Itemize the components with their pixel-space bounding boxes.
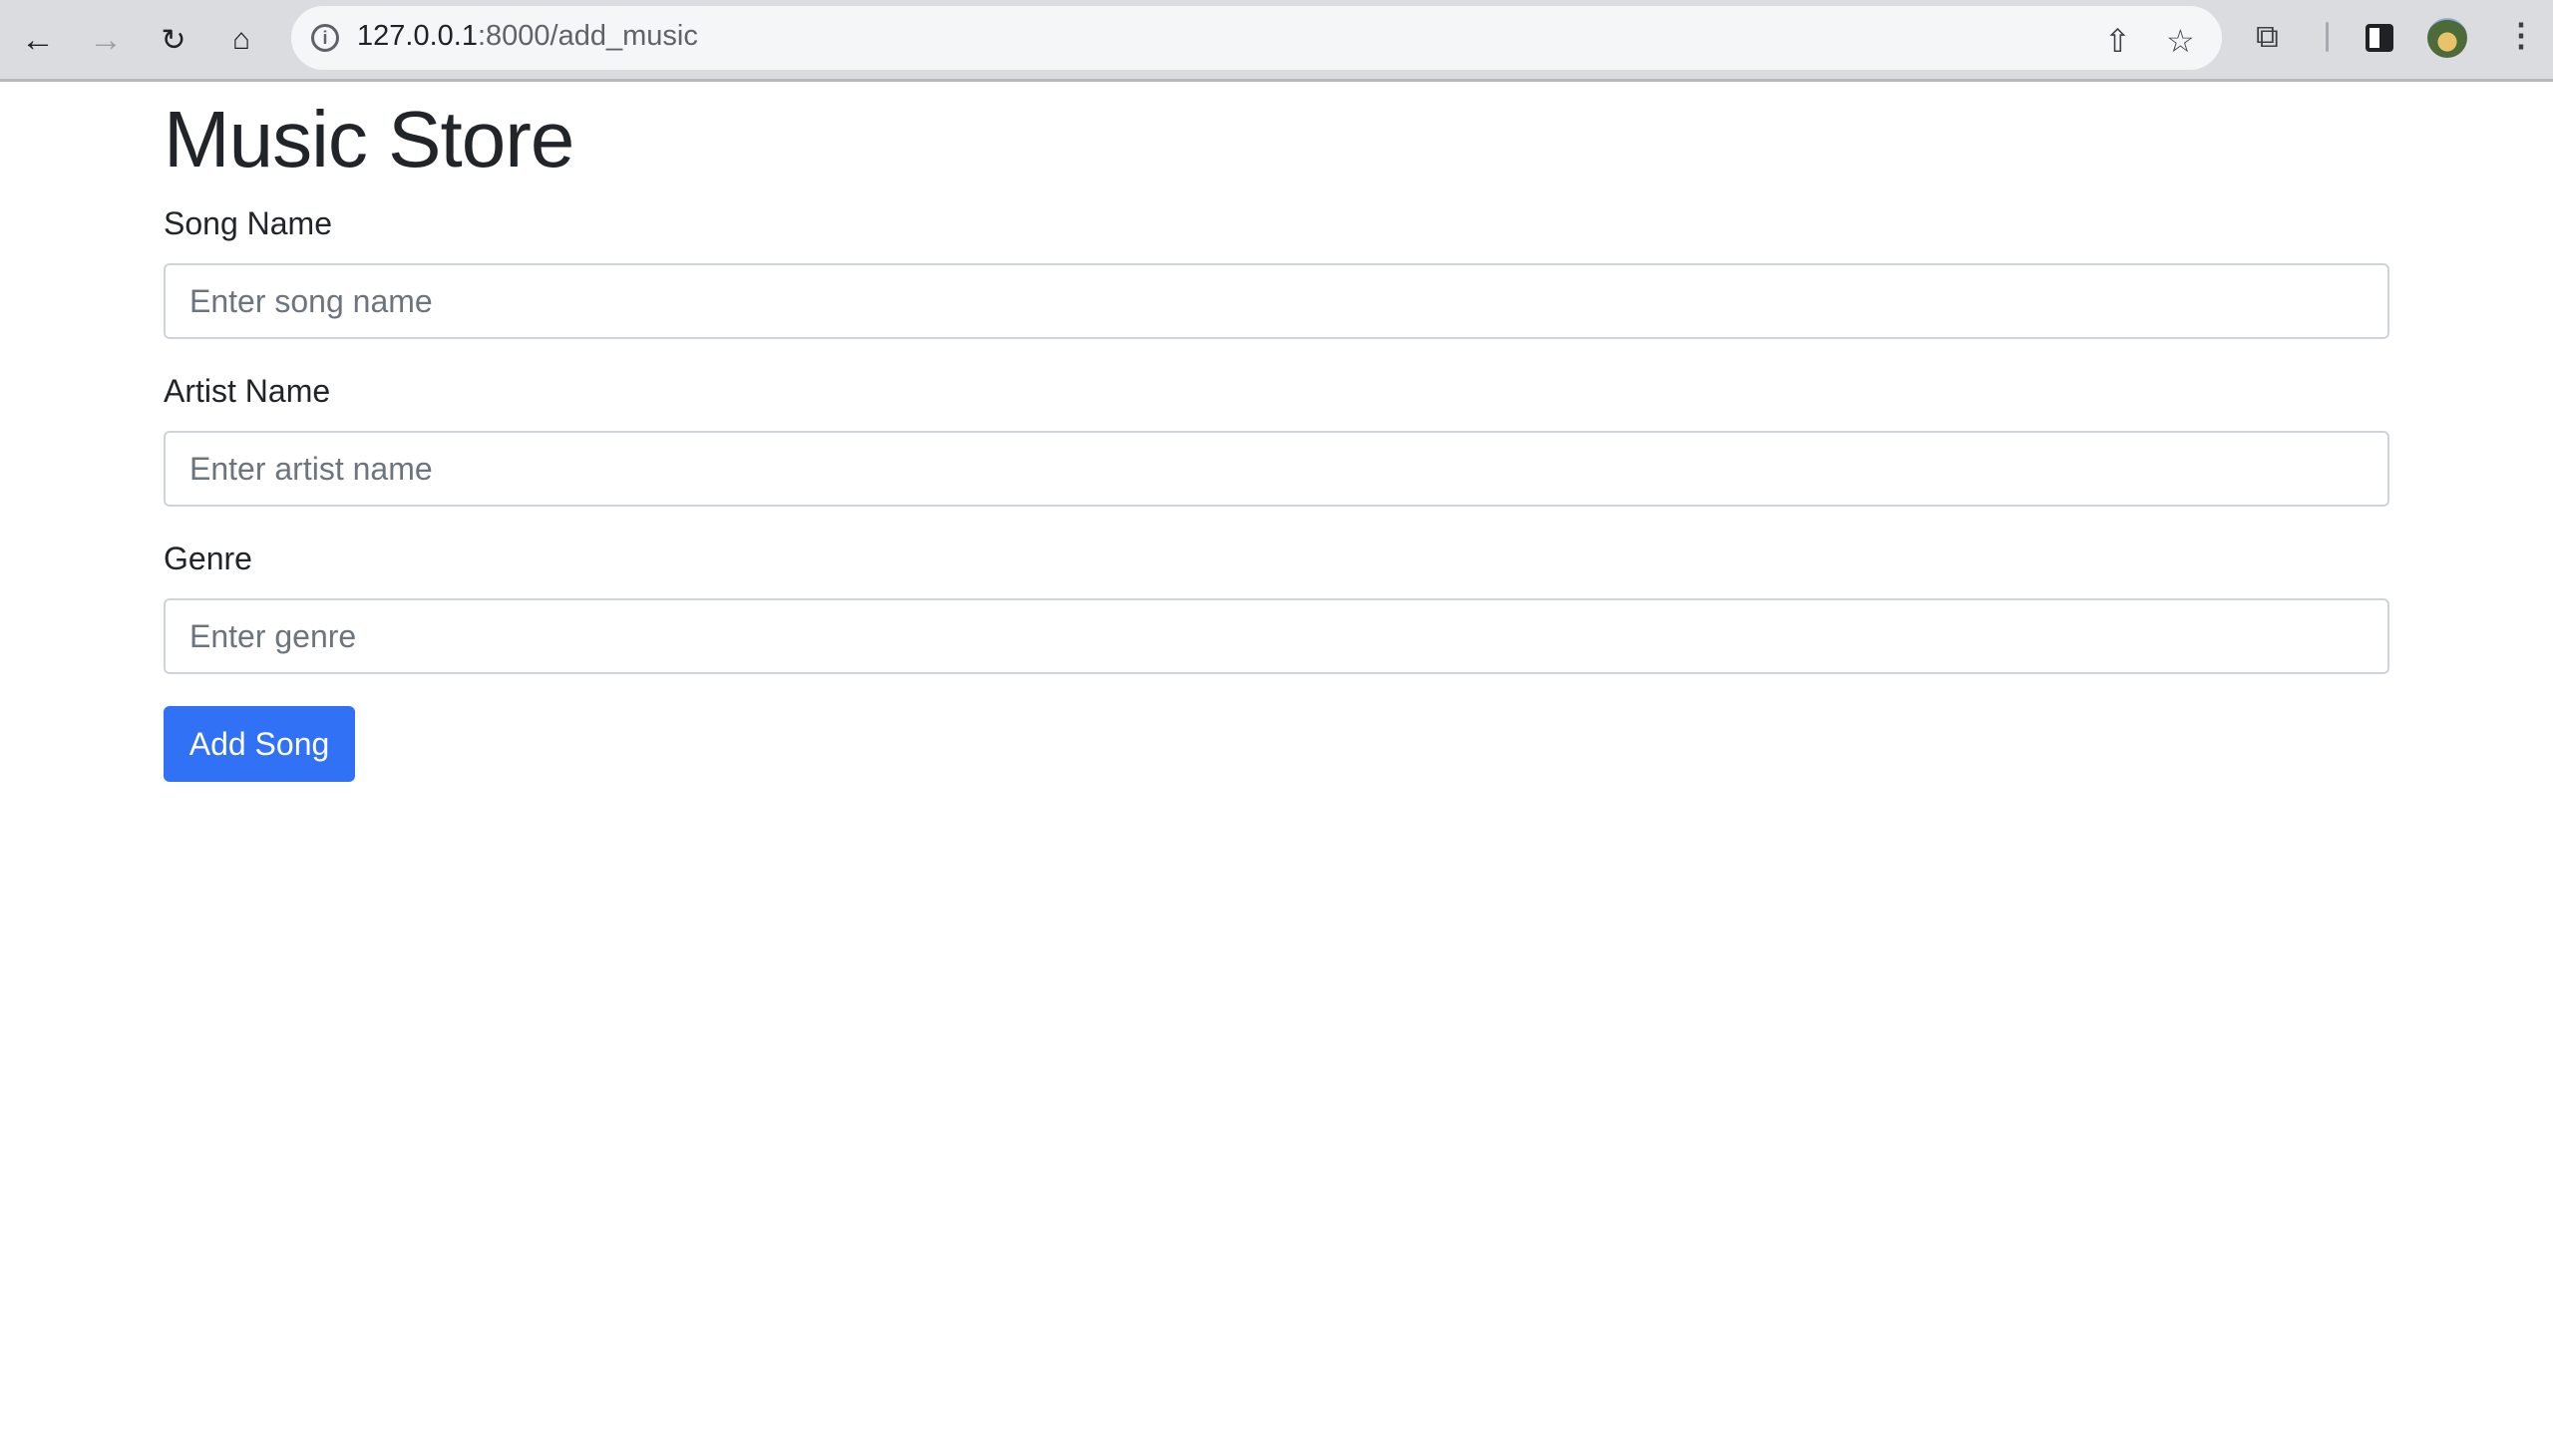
artist-name-label: Artist Name	[164, 373, 331, 409]
add-song-button[interactable]: Add Song	[164, 706, 355, 782]
address-bar[interactable]: i 127.0.0.1:8000/add_music ⇧ ☆	[291, 6, 2222, 70]
genre-input[interactable]	[164, 598, 2389, 674]
url-text[interactable]: 127.0.0.1:8000/add_music	[357, 20, 698, 53]
page-title: Music Store	[164, 95, 574, 183]
toolbar-divider	[2326, 22, 2329, 52]
extensions-icon[interactable]: ⧉	[2256, 18, 2279, 56]
artist-name-group: Artist Name	[164, 371, 2389, 507]
song-name-group: Song Name	[164, 203, 2389, 339]
star-icon[interactable]: ☆	[2166, 22, 2195, 60]
genre-group: Genre	[164, 539, 2389, 674]
side-panel-icon[interactable]	[2366, 24, 2393, 52]
reload-icon[interactable]: ↻	[154, 20, 193, 60]
genre-label: Genre	[164, 541, 252, 576]
song-name-label: Song Name	[164, 205, 332, 241]
artist-name-input[interactable]	[164, 431, 2389, 507]
back-icon[interactable]: ←	[18, 20, 58, 60]
share-icon[interactable]: ⇧	[2104, 22, 2131, 60]
forward-icon[interactable]: →	[86, 20, 126, 60]
avatar[interactable]	[2427, 18, 2467, 58]
song-name-input[interactable]	[164, 263, 2389, 339]
home-icon[interactable]: ⌂	[221, 20, 261, 60]
browser-toolbar: ← → ↻ ⌂ i 127.0.0.1:8000/add_music ⇧ ☆ ⧉…	[0, 0, 2553, 82]
menu-icon[interactable]: ⋮	[2505, 16, 2537, 54]
add-song-form: Music Store Song Name Artist Name Genre …	[164, 82, 2389, 782]
info-icon[interactable]: i	[311, 24, 339, 52]
